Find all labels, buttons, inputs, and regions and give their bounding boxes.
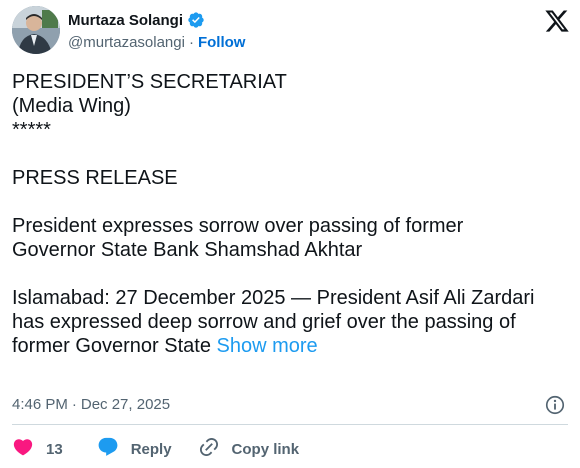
post-timestamp[interactable]: 4:46 PM · Dec 27, 2025 xyxy=(12,396,170,413)
like-count: 13 xyxy=(46,440,63,458)
post-body-text: Islamabad: 27 December 2025 — President … xyxy=(12,286,568,358)
reply-bubble-icon xyxy=(97,436,119,462)
follow-button[interactable]: Follow xyxy=(198,34,246,51)
post-line-press-release: PRESS RELEASE xyxy=(12,167,178,189)
post-header: Murtaza Solangi @murtazasolangi · Follow xyxy=(12,6,570,58)
info-icon[interactable] xyxy=(544,394,566,416)
divider xyxy=(12,424,568,425)
author-handle[interactable]: @murtazasolangi xyxy=(68,34,185,51)
timestamp-separator: · xyxy=(71,396,77,413)
avatar[interactable] xyxy=(12,6,60,54)
verified-badge-icon xyxy=(187,11,205,29)
link-icon xyxy=(198,436,220,462)
post-date: Dec 27, 2025 xyxy=(80,396,171,413)
post-line-stars: ***** xyxy=(12,119,51,141)
show-more-link[interactable]: Show more xyxy=(217,335,318,357)
handle-separator: · xyxy=(188,33,194,51)
x-logo-icon[interactable] xyxy=(544,8,570,34)
copy-link-button[interactable]: Copy link xyxy=(198,436,300,462)
reply-button[interactable]: Reply xyxy=(97,436,172,462)
heart-icon xyxy=(12,436,34,462)
copy-link-label: Copy link xyxy=(231,440,300,458)
post-body: PRESIDENT’S SECRETARIAT (Media Wing) ***… xyxy=(12,70,568,358)
reply-label: Reply xyxy=(130,440,172,458)
like-button[interactable]: 13 xyxy=(12,436,63,462)
post-headline: President expresses sorrow over passing … xyxy=(12,215,464,261)
post-line-media-wing: (Media Wing) xyxy=(12,95,131,117)
author-name[interactable]: Murtaza Solangi xyxy=(68,12,183,29)
author-block: Murtaza Solangi @murtazasolangi · Follow xyxy=(68,9,245,53)
post-time: 4:46 PM xyxy=(12,396,68,413)
post-line-secretariat: PRESIDENT’S SECRETARIAT xyxy=(12,71,287,93)
action-bar: 13 Reply Copy link xyxy=(12,436,299,462)
